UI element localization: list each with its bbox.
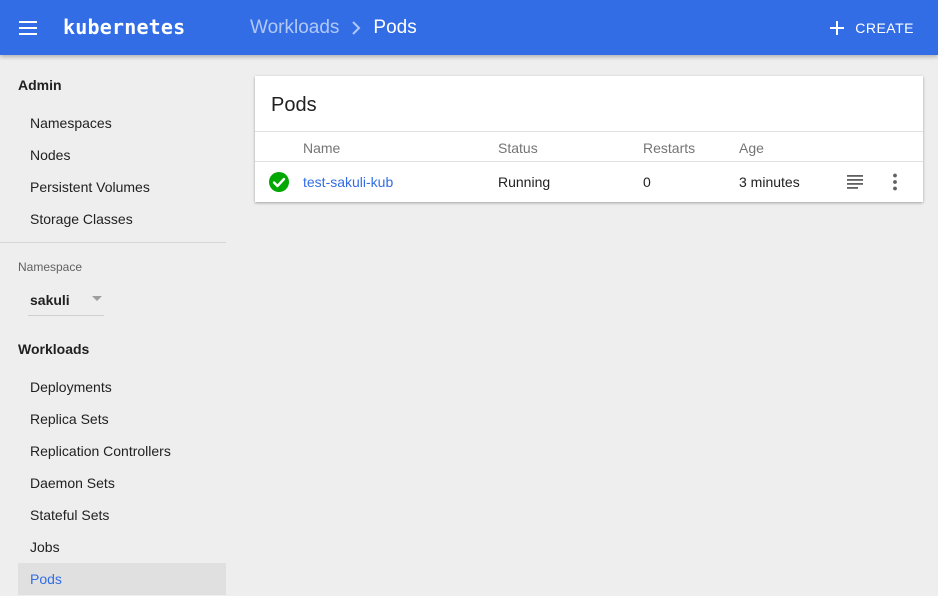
column-header-name[interactable]: Name	[303, 140, 340, 156]
breadcrumb-current-page: Pods	[373, 17, 417, 38]
card-title-divider	[255, 131, 923, 132]
pod-restarts: 0	[643, 174, 651, 190]
more-vert-icon[interactable]	[885, 172, 905, 192]
breadcrumb-workloads[interactable]: Workloads	[250, 17, 339, 39]
breadcrumb: Workloads Pods	[250, 17, 417, 39]
sidebar-item-replica-sets[interactable]: Replica Sets	[18, 403, 226, 435]
sidebar-heading-admin[interactable]: Admin	[18, 77, 62, 93]
sidebar-item-jobs[interactable]: Jobs	[18, 531, 226, 563]
sidebar-item-daemon-sets[interactable]: Daemon Sets	[18, 467, 226, 499]
sidebar-divider	[0, 242, 226, 243]
column-header-status[interactable]: Status	[498, 140, 538, 156]
column-header-age[interactable]: Age	[739, 140, 764, 156]
plus-icon	[830, 21, 845, 35]
create-button-label: CREATE	[855, 20, 914, 36]
logs-icon[interactable]	[845, 172, 865, 192]
column-header-restarts[interactable]: Restarts	[643, 140, 695, 156]
sidebar-item-nodes[interactable]: Nodes	[18, 139, 226, 171]
top-bar: kubernetes Workloads Pods CREATE	[0, 0, 938, 55]
hamburger-menu-icon[interactable]	[18, 18, 38, 38]
sidebar-item-pods[interactable]: Pods	[18, 563, 226, 595]
sidebar-item-namespaces[interactable]: Namespaces	[18, 107, 226, 139]
sidebar-item-persistent-volumes[interactable]: Persistent Volumes	[18, 171, 226, 203]
pod-age: 3 minutes	[739, 174, 800, 190]
namespace-select[interactable]: sakuli	[28, 284, 104, 316]
create-button[interactable]: CREATE	[824, 12, 918, 44]
sidebar-item-deployments[interactable]: Deployments	[18, 371, 226, 403]
sidebar: Admin Namespaces Nodes Persistent Volume…	[0, 55, 226, 596]
sidebar-heading-workloads[interactable]: Workloads	[18, 341, 89, 357]
card-title: Pods	[271, 94, 317, 116]
sidebar-item-replication-controllers[interactable]: Replication Controllers	[18, 435, 226, 467]
kubernetes-logo[interactable]: kubernetes	[63, 15, 185, 39]
dropdown-caret-icon	[92, 296, 102, 301]
sidebar-item-storage-classes[interactable]: Storage Classes	[18, 203, 226, 235]
pods-card: Pods Name Status Restarts Age test-sakul…	[255, 76, 923, 202]
table-header-divider	[255, 161, 923, 162]
namespace-selected-value: sakuli	[30, 292, 70, 308]
namespace-label: Namespace	[18, 260, 83, 274]
sidebar-item-stateful-sets[interactable]: Stateful Sets	[18, 499, 226, 531]
chevron-right-icon	[352, 21, 361, 35]
pod-name-link[interactable]: test-sakuli-kub	[303, 174, 393, 190]
check-circle-icon	[269, 172, 289, 192]
pod-status: Running	[498, 174, 551, 190]
